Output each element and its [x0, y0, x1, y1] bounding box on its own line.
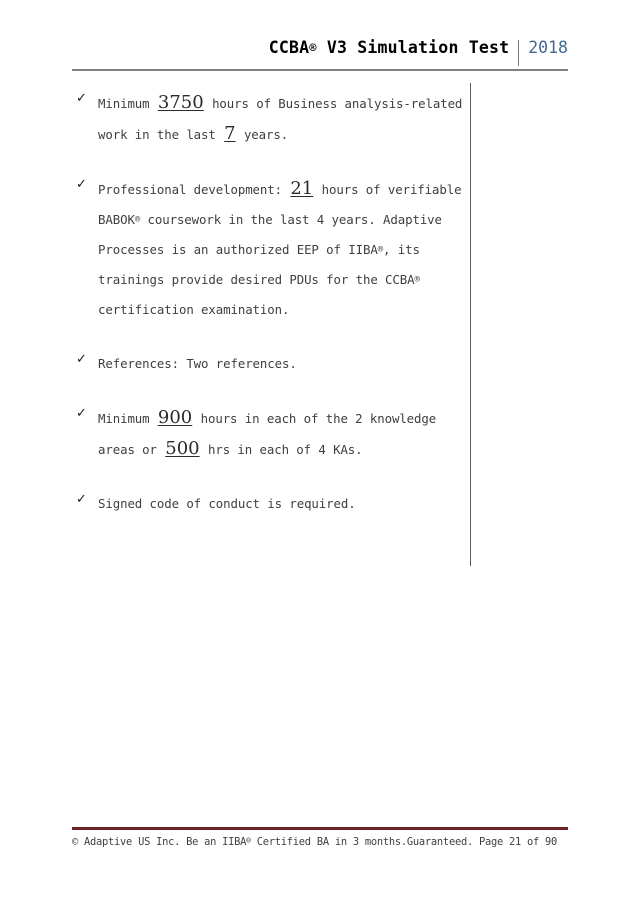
- header-year: 2018: [528, 38, 568, 57]
- footer-rule: [72, 827, 568, 830]
- document-title: CCBA® V3 Simulation Test: [268, 38, 510, 57]
- content-body: ✓ Minimum 3750 hours of Business analysis…: [76, 88, 476, 519]
- text-run: hours of verifiable BABOK® coursework in…: [98, 182, 462, 317]
- check-icon: ✓: [76, 352, 87, 367]
- document-page: CCBA® V3 Simulation Test 2018 ✓ Minimum 3…: [0, 0, 638, 903]
- requirement-text: References: Two references.: [98, 356, 297, 371]
- highlighted-number: 3750: [157, 92, 204, 113]
- text-run: Minimum: [98, 96, 157, 111]
- check-icon: ✓: [76, 91, 87, 106]
- registered-mark: ®: [377, 245, 384, 255]
- requirement-text: Signed code of conduct is required.: [98, 496, 356, 511]
- highlighted-number: 900: [157, 407, 193, 428]
- requirement-text: Professional development: 21 hours of ve…: [98, 178, 462, 317]
- registered-mark: ®: [414, 275, 420, 285]
- requirement-text: Minimum 3750 hours of Business analysis-…: [98, 92, 462, 144]
- requirement-item: ✓ References: Two references.: [76, 349, 476, 379]
- requirement-item: ✓ Minimum 900 hours in each of the 2 know…: [76, 403, 476, 465]
- highlighted-number: 21: [290, 178, 314, 199]
- check-icon: ✓: [76, 177, 87, 192]
- highlighted-number: 500: [165, 438, 200, 459]
- text-run: References: Two references.: [98, 356, 297, 371]
- text-run: Professional development:: [98, 182, 290, 197]
- text-run: hrs in each of 4 KAs.: [200, 442, 363, 457]
- requirement-item: ✓ Signed code of conduct is required.: [76, 489, 476, 519]
- registered-mark: ®: [309, 41, 317, 55]
- check-icon: ✓: [76, 492, 87, 507]
- check-icon: ✓: [76, 406, 87, 421]
- requirements-list: ✓ Minimum 3750 hours of Business analysis…: [76, 88, 476, 519]
- registered-mark: ®: [134, 215, 141, 225]
- requirement-item: ✓ Minimum 3750 hours of Business analysis…: [76, 88, 476, 150]
- highlighted-number: 7: [224, 123, 236, 144]
- header-inner: CCBA® V3 Simulation Test 2018: [72, 38, 568, 68]
- page-footer: © Adaptive US Inc. Be an IIBA® Certified…: [72, 836, 558, 848]
- text-run: Minimum: [98, 411, 157, 426]
- requirement-text: Minimum 900 hours in each of the 2 knowl…: [98, 407, 436, 459]
- text-run: years.: [236, 127, 289, 142]
- text-run: Signed code of conduct is required.: [98, 496, 356, 511]
- registered-mark: ®: [246, 836, 251, 845]
- requirement-item: ✓ Professional development: 21 hours of v…: [76, 174, 476, 325]
- header-rule: [72, 69, 568, 71]
- page-header: CCBA® V3 Simulation Test 2018: [72, 38, 568, 68]
